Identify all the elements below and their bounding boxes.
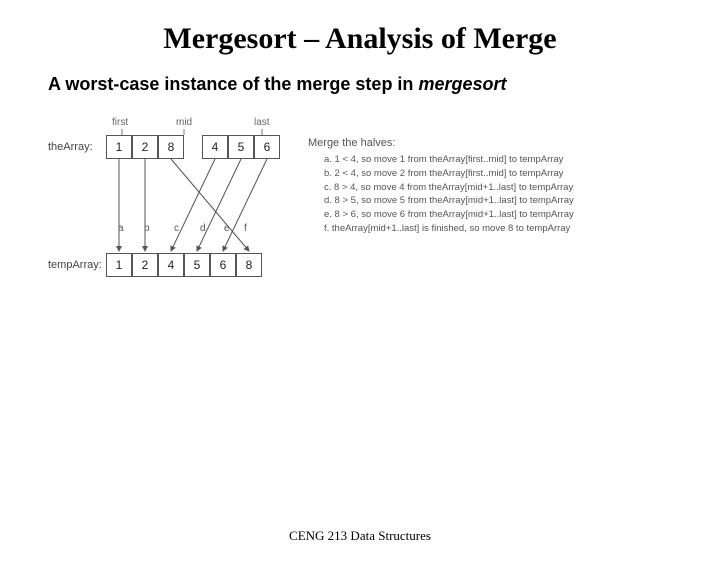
step-letter: a: [118, 223, 124, 234]
merge-step: a. 1 < 4, so move 1 from theArray[first.…: [324, 153, 574, 167]
thearray-cell: 4: [202, 135, 228, 159]
temparray-cell: 5: [184, 253, 210, 277]
temparray-cell: 6: [210, 253, 236, 277]
array-gap: [184, 135, 202, 159]
label-thearray: theArray:: [48, 141, 93, 153]
merge-steps: a. 1 < 4, so move 1 from theArray[first.…: [324, 153, 574, 236]
step-letter: e: [224, 223, 230, 234]
thearray-cell: 6: [254, 135, 280, 159]
merge-step: e. 8 > 6, so move 6 from theArray[mid+1.…: [324, 208, 574, 222]
thearray-cell: 5: [228, 135, 254, 159]
thearray-cell: 8: [158, 135, 184, 159]
thearray-row: 1 2 8 4 5 6: [106, 135, 280, 159]
merge-heading: Merge the halves:: [308, 137, 395, 149]
temparray-cell: 1: [106, 253, 132, 277]
merge-step: b. 2 < 4, so move 2 from theArray[first.…: [324, 167, 574, 181]
step-letter: b: [144, 223, 150, 234]
label-first: first: [112, 117, 128, 128]
temparray-cell: 2: [132, 253, 158, 277]
subtitle-italic: mergesort: [418, 74, 506, 94]
diagram: first mid last theArray: 1 2 8 4 5 6 a b…: [48, 111, 688, 331]
temparray-row: 1 2 4 5 6 8: [106, 253, 262, 277]
merge-step: f. theArray[mid+1..last] is finished, so…: [324, 222, 574, 236]
thearray-cell: 2: [132, 135, 158, 159]
label-temparray: tempArray:: [48, 259, 102, 271]
temparray-cell: 8: [236, 253, 262, 277]
label-mid: mid: [176, 117, 192, 128]
thearray-cell: 1: [106, 135, 132, 159]
temparray-cell: 4: [158, 253, 184, 277]
step-letter: f: [244, 223, 247, 234]
merge-step: c. 8 > 4, so move 4 from theArray[mid+1.…: [324, 181, 574, 195]
subtitle-text: A worst-case instance of the merge step …: [48, 74, 418, 94]
slide-title: Mergesort – Analysis of Merge: [0, 22, 720, 56]
step-letter: d: [200, 223, 206, 234]
footer: CENG 213 Data Structures: [0, 528, 720, 544]
slide-subtitle: A worst-case instance of the merge step …: [48, 74, 720, 95]
label-last: last: [254, 117, 270, 128]
merge-step: d. 8 > 5, so move 5 from theArray[mid+1.…: [324, 194, 574, 208]
step-letter: c: [174, 223, 179, 234]
